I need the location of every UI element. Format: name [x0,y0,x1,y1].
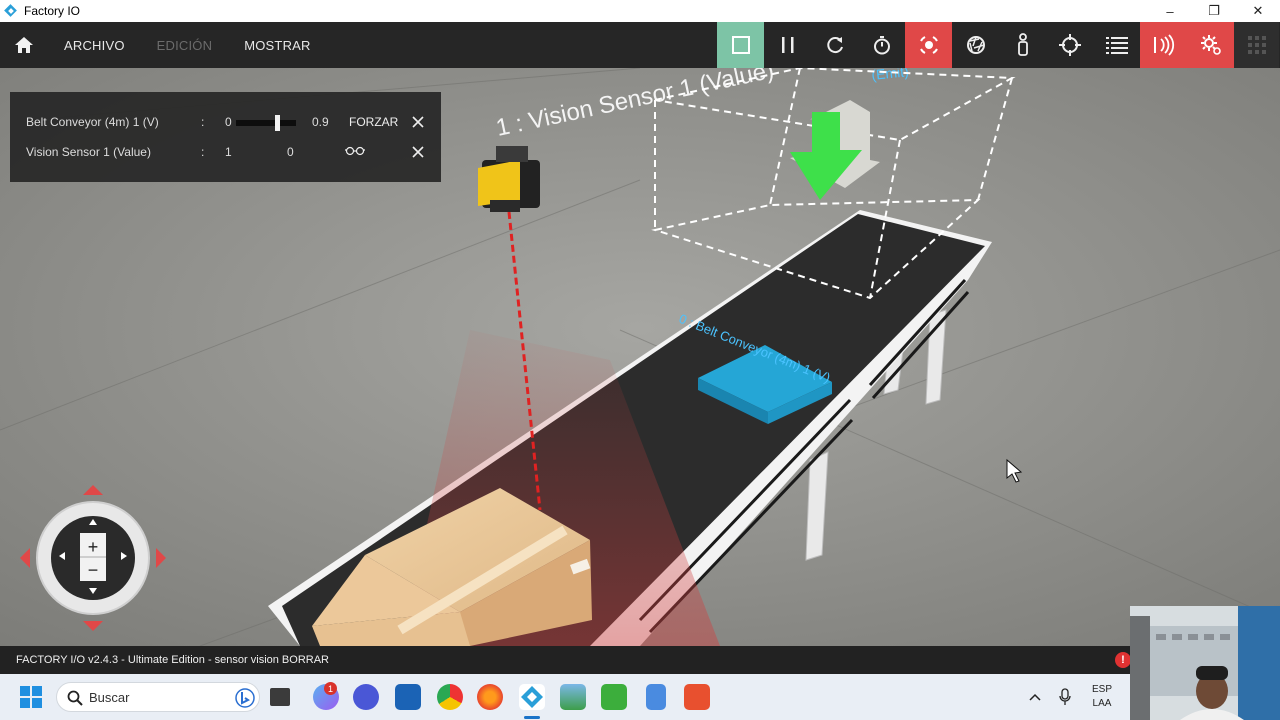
language-code: ESP [1092,684,1113,695]
search-placeholder: Buscar [89,689,130,705]
tag-row-vision-sensor: Vision Sensor 1 (Value) : 1 0 [10,137,441,167]
remove-tag-icon[interactable] [411,145,425,159]
io-signal-icon [1153,34,1174,56]
tag-name: Vision Sensor 1 (Value) [26,145,151,159]
close-button[interactable]: ✕ [1236,0,1280,22]
stop-button[interactable] [717,22,764,68]
window-titlebar: Factory IO – ❐ ✕ [0,0,1280,22]
tag-value: 0 [225,115,232,129]
search-icon [67,690,83,706]
app-toolbar: ARCHIVO EDICIÓN MOSTRAR [0,22,1280,68]
aperture-button[interactable] [952,22,999,68]
home-button[interactable] [0,22,48,68]
window-title: Factory IO [24,4,81,18]
tag-name: Belt Conveyor (4m) 1 (V) [26,115,159,129]
chrome-icon[interactable] [437,684,463,710]
tag-slider-value: 0.9 [312,115,329,129]
factory-io-window: Factory IO – ❐ ✕ ARCHIVO EDICIÓN MOSTRAR [0,0,1280,720]
pan-up-icon[interactable] [83,485,103,495]
slider-thumb[interactable] [274,115,280,131]
sensor-view-icon [919,36,938,54]
windows-taskbar: Buscar 1 ESP LAA [0,674,1280,720]
remove-tag-icon[interactable] [411,115,425,129]
notification-badge: 1 [324,682,337,695]
tag-force-slider[interactable] [236,115,296,131]
factory-io-icon[interactable] [519,684,545,710]
pan-right-icon[interactable] [156,548,166,568]
reset-button[interactable] [811,22,858,68]
stop-icon [731,36,750,54]
simulation-tools [717,22,1279,68]
pan-down-icon[interactable] [83,621,103,631]
timer-button[interactable] [858,22,905,68]
camera-navigator: + − [18,483,168,633]
firefox-icon[interactable] [477,684,503,710]
navigator-graphic: + − [20,485,166,631]
zoom-out-button[interactable]: − [88,560,99,580]
tag-watch-panel: Belt Conveyor (4m) 1 (V) : 0 0.9 FORZAR … [10,92,441,182]
menu-edicion: EDICIÓN [156,37,213,53]
reset-icon [826,37,843,54]
keyboard-layout: LAA [1092,698,1112,709]
status-text: FACTORY I/O v2.4.3 - Ultimate Edition - … [16,654,329,666]
codesys-icon[interactable] [684,684,710,710]
pause-icon [781,37,793,53]
first-person-button[interactable] [999,22,1046,68]
crosshair-button[interactable] [1046,22,1093,68]
drivers-gear-icon [1200,35,1221,55]
webcam-overlay [1130,606,1280,720]
apps-grid-button[interactable] [1234,22,1279,68]
zoom-in-button[interactable]: + [88,537,99,557]
notepad-icon[interactable] [646,684,666,710]
status-bar: FACTORY I/O v2.4.3 - Ultimate Edition - … [0,646,1280,674]
glasses-icon[interactable] [345,146,365,156]
active-app-indicator [524,716,540,719]
image-viewer-icon[interactable] [560,684,586,710]
home-icon [15,37,33,53]
minimize-button[interactable]: – [1148,0,1192,22]
tag-forced-value[interactable]: 0 [287,145,294,159]
io-signal-button[interactable] [1140,22,1187,68]
sensor-view-button[interactable] [905,22,952,68]
list-button[interactable] [1093,22,1140,68]
tag-row-belt-conveyor: Belt Conveyor (4m) 1 (V) : 0 0.9 FORZAR [10,107,441,137]
crosshair-icon [1058,34,1081,56]
tag-separator: : [201,115,205,129]
menu-archivo[interactable]: ARCHIVO [48,22,141,68]
microphone-icon[interactable] [1059,688,1071,706]
camtasia-icon[interactable] [601,684,627,710]
tray-chevron-up-icon[interactable] [1029,692,1041,702]
windows-start-icon[interactable] [20,686,42,708]
tag-separator: : [201,145,205,159]
taskbar-search[interactable]: Buscar [56,682,260,712]
language-indicator[interactable]: ESP LAA [1092,683,1112,711]
timer-icon [873,36,890,55]
force-button[interactable]: FORZAR [349,115,398,129]
aperture-icon [966,36,985,54]
apps-grid-icon [1247,36,1266,54]
drivers-gear-button[interactable] [1187,22,1234,68]
zoom-icon[interactable] [353,684,379,710]
tag-value: 1 [225,145,232,159]
festo-icon[interactable] [395,684,421,710]
pan-left-icon[interactable] [20,548,30,568]
list-icon [1105,37,1128,54]
first-person-icon [1017,33,1028,56]
pause-button[interactable] [764,22,811,68]
menu-mostrar[interactable]: MOSTRAR [228,22,326,68]
alert-icon[interactable]: ! [1115,652,1131,668]
file-explorer-icon[interactable] [270,688,290,706]
bing-icon[interactable] [235,688,255,708]
restore-button[interactable]: ❐ [1192,0,1236,22]
factory-io-logo-icon [4,4,18,18]
